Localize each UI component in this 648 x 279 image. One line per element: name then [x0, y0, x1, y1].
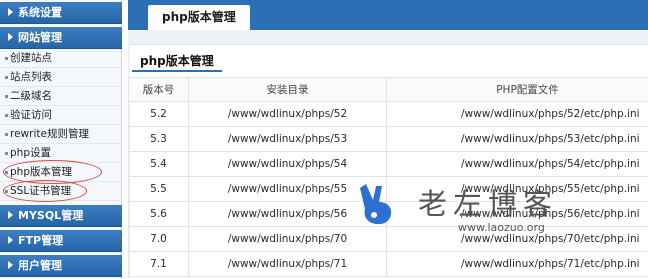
column-header-install-dir: 安装目录	[188, 77, 387, 102]
triangle-right-icon	[8, 33, 13, 41]
sidebar-group-label: 系统设置	[18, 6, 62, 19]
sidebar: 系统设置 网站管理 创建站点 站点列表 二级域名 验证访问 rewrite规则管…	[0, 0, 122, 279]
table-row: 7.0 /www/wdlinux/phps/70 /www/wdlinux/ph…	[128, 226, 648, 252]
sidebar-item-auth-access[interactable]: 验证访问	[0, 106, 122, 125]
version-cell: 5.2	[128, 101, 189, 127]
sidebar-group-user[interactable]: 用户管理	[0, 255, 122, 277]
php-config-cell: /www/wdlinux/phps/54/etc/php.ini	[386, 151, 648, 177]
install-dir-cell: /www/wdlinux/phps/54	[188, 151, 387, 177]
victory-hand-logo-icon	[360, 184, 392, 225]
sidebar-item-label: 二级域名	[10, 90, 52, 102]
sidebar-item-label: php设置	[10, 147, 51, 159]
sidebar-item-ssl[interactable]: SSL证书管理	[0, 182, 122, 201]
bullet-icon	[5, 75, 8, 79]
sidebar-group-ftp[interactable]: FTP管理	[0, 230, 122, 252]
sidebar-item-label: 站点列表	[10, 71, 52, 83]
install-dir-cell: /www/wdlinux/phps/55	[188, 176, 387, 202]
sidebar-item-label: 验证访问	[10, 109, 52, 121]
bullet-icon	[5, 94, 8, 98]
sidebar-item-subdomain[interactable]: 二级域名	[0, 87, 122, 106]
table-row: 5.2 /www/wdlinux/phps/52 /www/wdlinux/ph…	[128, 101, 648, 127]
table-row: 7.1 /www/wdlinux/phps/71 /www/wdlinux/ph…	[128, 251, 648, 277]
table-header-row: 版本号 安装目录 PHP配置文件	[128, 77, 648, 102]
php-version-table: 版本号 安装目录 PHP配置文件 5.2 /www/wdlinux/phps/5…	[128, 77, 648, 277]
panel-title: php版本管理	[132, 50, 222, 72]
sidebar-item-php-settings[interactable]: php设置	[0, 144, 122, 163]
install-dir-cell: /www/wdlinux/phps/71	[188, 251, 387, 277]
sidebar-item-php-version[interactable]: php版本管理	[0, 163, 122, 182]
bullet-icon	[5, 151, 8, 155]
version-cell: 5.6	[128, 201, 189, 227]
sidebar-item-label: php版本管理	[10, 166, 72, 178]
table-row: 5.3 /www/wdlinux/phps/53 /www/wdlinux/ph…	[128, 126, 648, 152]
version-cell: 5.3	[128, 126, 189, 152]
triangle-right-icon	[8, 211, 13, 219]
sidebar-group-label: MYSQL管理	[18, 209, 84, 222]
bullet-icon	[5, 56, 8, 60]
sidebar-item-label: rewrite规则管理	[10, 128, 89, 140]
sidebar-item-rewrite[interactable]: rewrite规则管理	[0, 125, 122, 144]
install-dir-cell: /www/wdlinux/phps/70	[188, 226, 387, 252]
sidebar-group-mysql[interactable]: MYSQL管理	[0, 205, 122, 227]
triangle-right-icon	[8, 261, 13, 269]
php-config-cell: /www/wdlinux/phps/52/etc/php.ini	[386, 101, 648, 127]
version-cell: 5.4	[128, 151, 189, 177]
sidebar-group-label: FTP管理	[18, 234, 64, 247]
sidebar-item-label: 创建站点	[10, 52, 52, 64]
column-header-version: 版本号	[128, 77, 189, 102]
sidebar-group-label: 用户管理	[18, 259, 62, 272]
triangle-right-icon	[8, 8, 13, 16]
version-cell: 7.0	[128, 226, 189, 252]
bullet-icon	[5, 189, 8, 193]
version-cell: 5.5	[128, 176, 189, 202]
sidebar-item-site-list[interactable]: 站点列表	[0, 68, 122, 87]
sidebar-item-create-site[interactable]: 创建站点	[0, 49, 122, 68]
table-row: 5.4 /www/wdlinux/phps/54 /www/wdlinux/ph…	[128, 151, 648, 177]
main-content: php版本管理 php版本管理 版本号 安装目录 PHP配置文件 5.2 /ww…	[128, 0, 648, 279]
sidebar-item-label: SSL证书管理	[10, 185, 72, 197]
sidebar-group-site[interactable]: 网站管理	[0, 27, 122, 49]
php-config-cell: /www/wdlinux/phps/71/etc/php.ini	[386, 251, 648, 277]
triangle-right-icon	[8, 236, 13, 244]
bullet-icon	[5, 170, 8, 174]
tab-php-version[interactable]: php版本管理	[148, 5, 250, 30]
bullet-icon	[5, 132, 8, 136]
install-dir-cell: /www/wdlinux/phps/52	[188, 101, 387, 127]
column-header-php-config: PHP配置文件	[386, 77, 648, 102]
sidebar-group-system[interactable]: 系统设置	[0, 2, 122, 24]
version-cell: 7.1	[128, 251, 189, 277]
install-dir-cell: /www/wdlinux/phps/53	[188, 126, 387, 152]
watermark-url: www.laozuo.org	[458, 221, 545, 234]
bullet-icon	[5, 113, 8, 117]
install-dir-cell: /www/wdlinux/phps/56	[188, 201, 387, 227]
sidebar-group-label: 网站管理	[18, 31, 62, 44]
watermark-name: 老左博客	[418, 187, 559, 221]
php-config-cell: /www/wdlinux/phps/53/etc/php.ini	[386, 126, 648, 152]
